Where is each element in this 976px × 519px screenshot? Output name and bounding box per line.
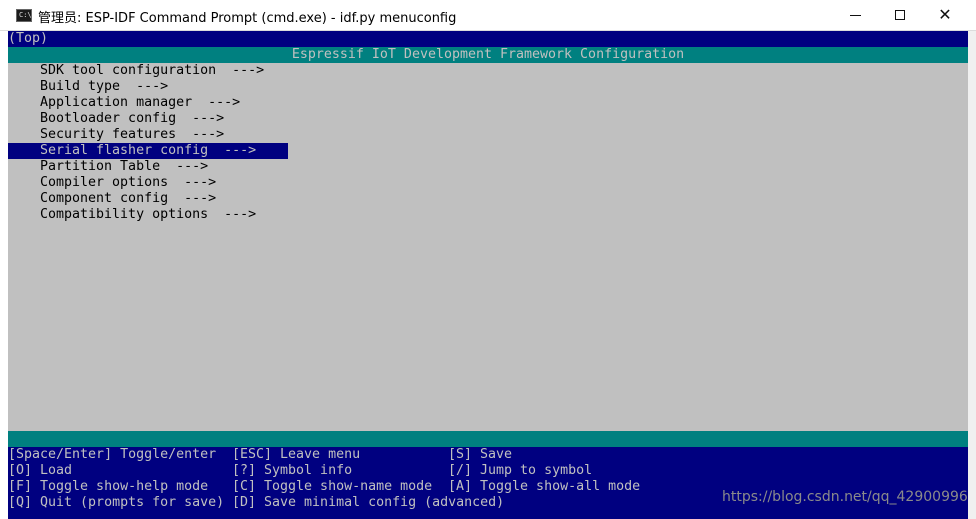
config-menu: SDK tool configuration ---> Build type --… (8, 63, 968, 223)
help-shortcut: [Q] Quit (prompts for save) (8, 495, 225, 510)
window-title-bar[interactable]: C:\ 管理员: ESP-IDF Command Prompt (cmd.exe… (0, 0, 976, 31)
menu-item[interactable]: SDK tool configuration ---> (8, 63, 968, 79)
menu-item[interactable]: Serial flasher config ---> (8, 143, 288, 159)
menu-item[interactable]: Partition Table ---> (8, 159, 968, 175)
help-shortcut: [O] Load (8, 463, 73, 478)
minimize-icon (849, 14, 861, 16)
window-right-edge (968, 31, 976, 519)
help-panel: [Space/Enter] Toggle/enter [ESC] Leave me… (8, 447, 968, 519)
help-shortcut: [F] Toggle show-help mode (8, 479, 209, 494)
menu-item[interactable]: Security features ---> (8, 127, 968, 143)
menu-item[interactable]: Compiler options ---> (8, 175, 968, 191)
close-icon: ✕ (938, 5, 952, 24)
menu-item[interactable]: Build type ---> (8, 79, 968, 95)
cmd-icon-text: C:\ (19, 11, 32, 19)
window-title: 管理员: ESP-IDF Command Prompt (cmd.exe) - … (38, 11, 457, 26)
close-button[interactable]: ✕ (922, 0, 968, 30)
minimize-button[interactable] (832, 0, 878, 30)
breadcrumb: (Top) (8, 31, 968, 47)
console-area[interactable]: (Top) Espressif IoT Development Framewor… (8, 31, 968, 519)
help-shortcut: [C] Toggle show-name mode (232, 479, 433, 494)
help-shortcut: [/] Jump to symbol (448, 463, 593, 478)
menu-item[interactable]: Application manager ---> (8, 95, 968, 111)
help-shortcut: [S] Save (448, 447, 513, 462)
maximize-button[interactable] (877, 0, 923, 30)
menu-bottom-border (8, 431, 968, 447)
help-shortcut: [A] Toggle show-all mode (448, 479, 641, 494)
config-header: Espressif IoT Development Framework Conf… (8, 47, 968, 63)
help-shortcut: [?] Symbol info (232, 463, 353, 478)
help-shortcut: [D] Save minimal config (advanced) (232, 495, 505, 510)
menu-item[interactable]: Compatibility options ---> (8, 207, 968, 223)
menu-item[interactable]: Component config ---> (8, 191, 968, 207)
menu-item[interactable]: Bootloader config ---> (8, 111, 968, 127)
help-shortcut: [ESC] Leave menu (232, 447, 361, 462)
maximize-icon (895, 10, 905, 20)
csdn-watermark: https://blog.csdn.net/qq_42900996 (722, 489, 968, 505)
cmd-app-icon[interactable]: C:\ (16, 9, 32, 22)
help-shortcut: [Space/Enter] Toggle/enter (8, 447, 217, 462)
